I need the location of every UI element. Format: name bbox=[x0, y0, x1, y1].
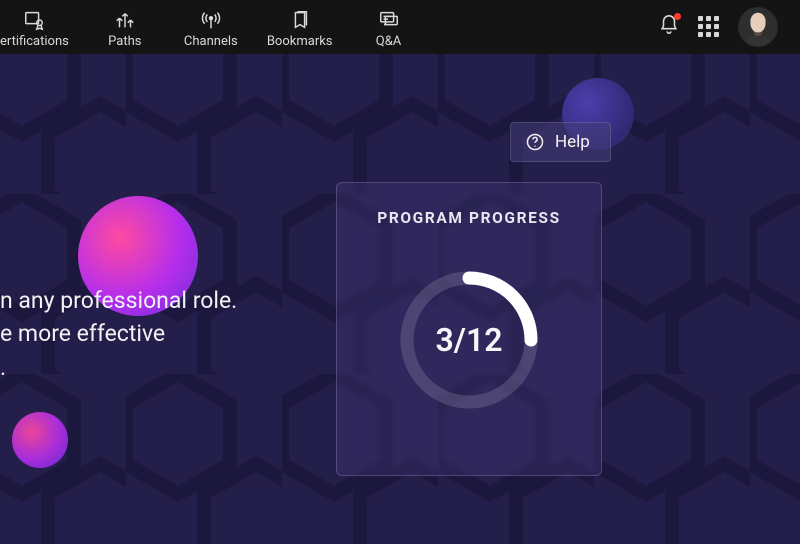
nav-tab-paths[interactable]: Paths bbox=[95, 9, 155, 49]
toolbar-right bbox=[658, 7, 792, 47]
nav-label: Paths bbox=[108, 34, 141, 49]
avatar-image bbox=[739, 7, 777, 46]
help-label: Help bbox=[555, 132, 590, 152]
nav-label: Channels bbox=[184, 34, 238, 49]
nav-tab-bookmarks[interactable]: Bookmarks bbox=[267, 9, 333, 49]
nav-label: Bookmarks bbox=[267, 34, 333, 49]
nav-tab-channels[interactable]: Channels bbox=[181, 9, 241, 49]
progress-gauge: 3/12 bbox=[384, 255, 554, 425]
help-button[interactable]: Help bbox=[510, 122, 611, 162]
progress-value: 3/12 bbox=[384, 255, 554, 425]
program-progress-card: PROGRAM PROGRESS 3/12 bbox=[336, 182, 602, 476]
user-avatar[interactable] bbox=[738, 7, 778, 47]
apps-menu-button[interactable] bbox=[698, 16, 720, 38]
program-description: n any professional role. e more effectiv… bbox=[0, 284, 237, 384]
top-toolbar: ertifications Paths Channels Bookmarks Q bbox=[0, 0, 800, 54]
nav-label: Q&A bbox=[376, 34, 402, 49]
nav-tabs: ertifications Paths Channels Bookmarks Q bbox=[0, 5, 419, 49]
progress-title: PROGRAM PROGRESS bbox=[377, 209, 560, 227]
notifications-button[interactable] bbox=[658, 14, 680, 40]
qa-icon bbox=[378, 9, 400, 31]
broadcast-icon bbox=[200, 9, 222, 31]
notification-dot bbox=[674, 13, 681, 20]
bookmark-icon bbox=[289, 9, 311, 31]
decor-orb bbox=[12, 412, 68, 468]
description-line: e more effective bbox=[0, 317, 237, 350]
certificate-icon bbox=[23, 9, 45, 31]
description-line: n any professional role. bbox=[0, 284, 237, 317]
nav-label: ertifications bbox=[0, 34, 69, 49]
paths-icon bbox=[114, 9, 136, 31]
description-line: . bbox=[0, 351, 237, 384]
help-icon bbox=[525, 132, 545, 152]
nav-tab-certifications[interactable]: ertifications bbox=[0, 9, 69, 49]
main-content: n any professional role. e more effectiv… bbox=[0, 54, 800, 544]
nav-tab-qa[interactable]: Q&A bbox=[359, 9, 419, 49]
